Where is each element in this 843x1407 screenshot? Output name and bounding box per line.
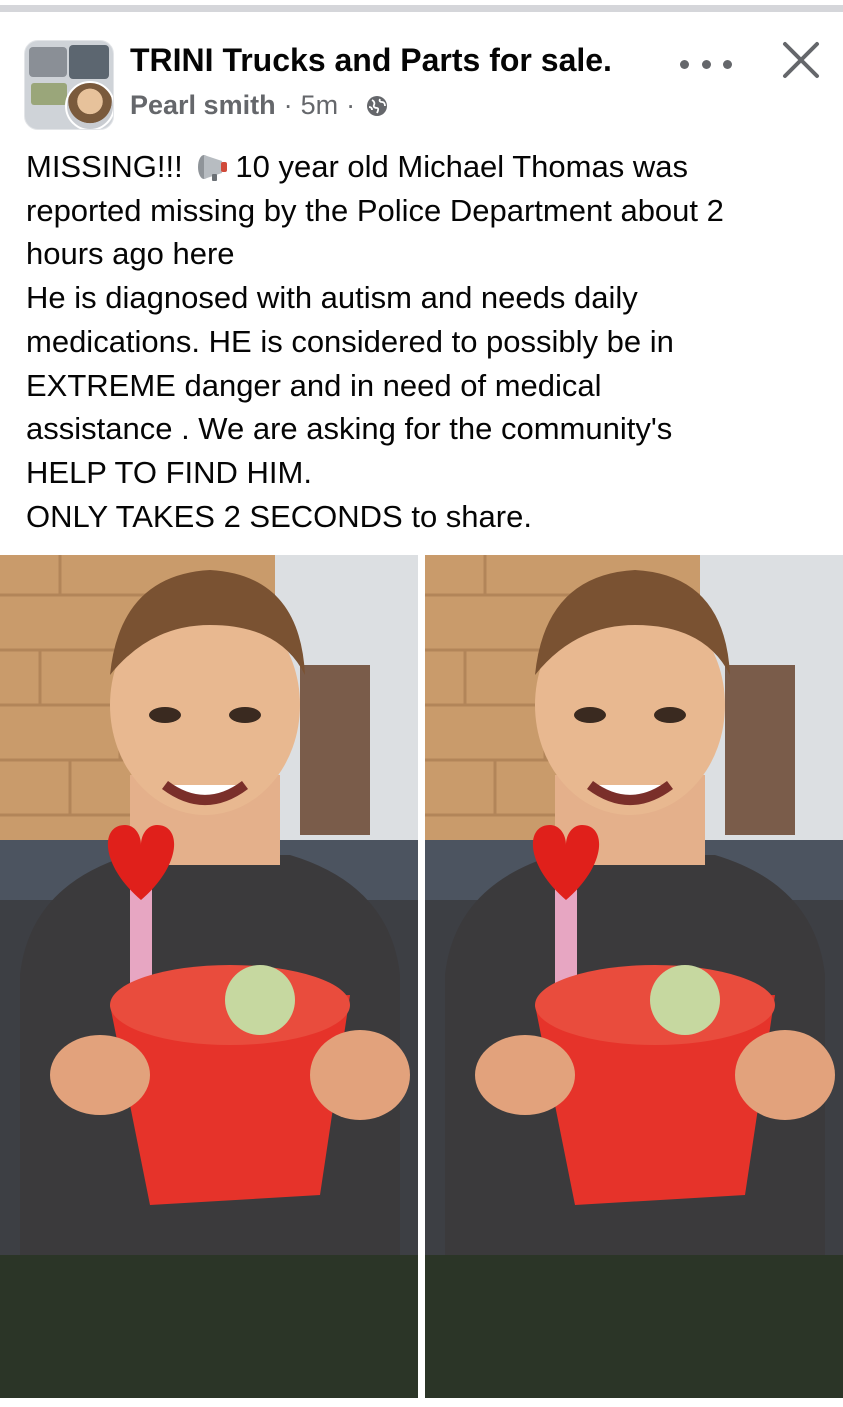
- author-name-link[interactable]: Pearl smith: [130, 90, 276, 121]
- missing-boy-photo-left[interactable]: [0, 555, 418, 1398]
- meta-separator-2: ·: [346, 90, 356, 120]
- author-avatar: [65, 81, 113, 129]
- group-name-link[interactable]: TRINI Trucks and Parts for sale.: [130, 42, 612, 79]
- post-line-3: hours ago here: [26, 236, 235, 272]
- post-line-4: He is diagnosed with autism and needs da…: [26, 280, 638, 316]
- more-options-icon[interactable]: [680, 54, 732, 74]
- group-avatar[interactable]: [24, 40, 114, 130]
- photo-grid: [0, 555, 843, 1398]
- post-body: MISSING!!! 10 year old Michael Thomas wa…: [26, 145, 826, 538]
- post-line-6: EXTREME danger and in need of medical: [26, 367, 602, 403]
- missing-boy-photo-right[interactable]: [425, 555, 843, 1398]
- close-icon[interactable]: [779, 38, 823, 82]
- post-line-9: ONLY TAKES 2 SECONDS to share.: [26, 498, 532, 534]
- post-header: TRINI Trucks and Parts for sale. Pearl s…: [24, 38, 824, 130]
- post-line-8: HELP TO FIND HIM.: [26, 454, 312, 490]
- meta-separator: ·: [283, 90, 293, 120]
- post-line-1: MISSING!!! 10 year old Michael Thomas wa…: [26, 145, 826, 189]
- post-line-7: assistance . We are asking for the commu…: [26, 411, 673, 447]
- missing-text: MISSING!!!: [26, 149, 183, 184]
- post-line-2: reported missing by the Police Departmen…: [26, 192, 724, 228]
- megaphone-icon: [198, 155, 228, 181]
- post-line-5: medications. HE is considered to possibl…: [26, 323, 674, 359]
- globe-icon: [367, 95, 388, 116]
- post-meta: Pearl smith · 5m ·: [130, 90, 389, 121]
- top-divider: [0, 0, 843, 12]
- post-line-1-rest: 10 year old Michael Thomas was: [235, 149, 688, 184]
- post-timestamp[interactable]: 5m: [301, 90, 339, 121]
